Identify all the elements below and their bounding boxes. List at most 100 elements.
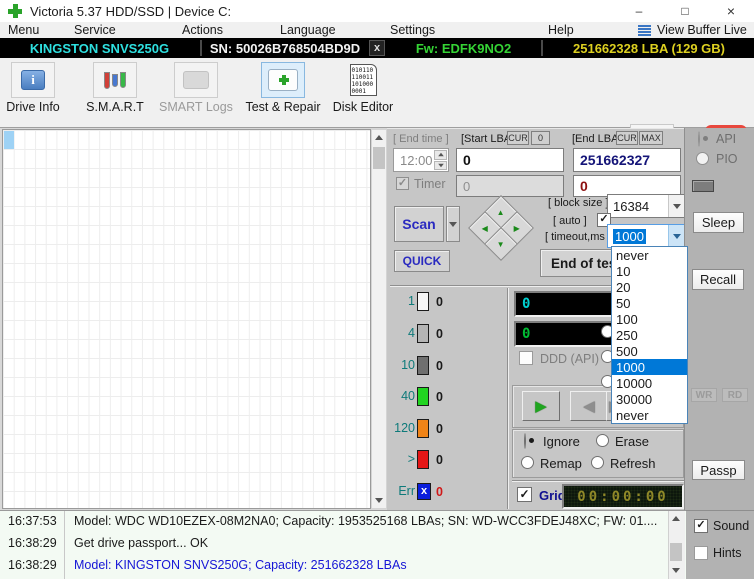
dropdown-option[interactable]: 500 [612, 343, 687, 359]
dropdown-option[interactable]: 100 [612, 311, 687, 327]
menu-item-service[interactable]: Service [74, 23, 116, 37]
combo-arrow-icon[interactable] [668, 225, 685, 247]
victoria-window: Victoria 5.37 HDD/SSD | Device C: – □ × … [0, 0, 754, 579]
ignore-label[interactable]: Ignore [543, 434, 580, 449]
menu-item-settings[interactable]: Settings [390, 23, 435, 37]
menu-item-actions[interactable]: Actions [182, 23, 223, 37]
refresh-radio[interactable] [591, 456, 604, 469]
logs-icon [174, 62, 218, 98]
spinner-buttons[interactable] [434, 150, 447, 170]
stat-count: 0 [436, 422, 443, 436]
erase-label[interactable]: Erase [615, 434, 649, 449]
start-lba-zero-button[interactable]: 0 [531, 131, 550, 145]
close-button-icon[interactable]: × [708, 0, 754, 22]
menu-item-help[interactable]: Help [548, 23, 574, 37]
spin-down-icon[interactable] [434, 161, 447, 171]
smart-button[interactable]: S.M.A.R.T [80, 62, 150, 114]
x-badge[interactable]: x [369, 40, 385, 56]
grid-checkbox[interactable]: ✓ [517, 487, 532, 502]
divider [507, 288, 509, 509]
dropdown-option[interactable]: never [612, 407, 687, 423]
stat-count: 0 [436, 295, 443, 309]
smart-label: S.M.A.R.T [86, 100, 144, 114]
start-lba-cur-button[interactable]: CUR [507, 131, 529, 145]
stat-count: 0 [436, 453, 443, 467]
scroll-down-icon[interactable] [372, 493, 386, 508]
back-icon: ◀ [583, 397, 595, 415]
end-time-label: [ End time ] [393, 133, 449, 145]
dropdown-option[interactable]: 250 [612, 327, 687, 343]
end-lba-max-button[interactable]: MAX [639, 131, 663, 145]
device-firmware: Fw: EDFK9NO2 [387, 38, 540, 58]
grid-timer-display: 00:00:00 [562, 484, 684, 509]
device-capacity: 251662328 LBA (129 GB) [544, 38, 754, 58]
ignore-radio[interactable] [524, 433, 526, 449]
stat-label: 4 [388, 326, 415, 340]
end-time-spinner[interactable]: 12:00 [393, 148, 449, 172]
dropdown-option[interactable]: 20 [612, 279, 687, 295]
stat-count: 0 [436, 390, 443, 404]
block-size-combo[interactable]: 16384 [607, 194, 686, 218]
drive-info-button[interactable]: i Drive Info [4, 62, 62, 114]
maximize-button-icon[interactable]: □ [662, 0, 708, 22]
log-scrollbar[interactable] [668, 511, 685, 579]
scroll-thumb[interactable] [670, 543, 682, 561]
stat-label: > [388, 452, 415, 466]
hints-checkbox[interactable] [694, 546, 708, 560]
remap-radio[interactable] [521, 456, 534, 469]
stat-label: 10 [388, 358, 415, 372]
scroll-thumb[interactable] [373, 147, 385, 169]
spin-up-icon[interactable] [434, 150, 447, 160]
dropdown-option[interactable]: never [612, 247, 687, 263]
stat-label: 120 [388, 421, 415, 435]
toolbar: i Drive Info S.M.A.R.T SMART Logs Test &… [0, 58, 754, 128]
menu-item-language[interactable]: Language [280, 23, 336, 37]
quick-button[interactable]: QUICK [394, 250, 450, 272]
view-buffer-live[interactable]: View Buffer Live [657, 23, 747, 37]
dropdown-option[interactable]: 30000 [612, 391, 687, 407]
api-radio [698, 131, 700, 147]
scroll-up-icon[interactable] [669, 511, 683, 526]
dropdown-option-selected[interactable]: 1000 [612, 359, 687, 375]
scan-button[interactable]: Scan [394, 206, 444, 242]
scroll-up-icon[interactable] [372, 130, 386, 145]
end-lba-cur-button[interactable]: CUR [616, 131, 638, 145]
smart-logs-label: SMART Logs [159, 100, 233, 114]
dropdown-option[interactable]: 10 [612, 263, 687, 279]
combo-arrow-icon[interactable] [668, 195, 685, 217]
stat-count: 0 [436, 327, 443, 341]
menu-item-menu[interactable]: Menu [8, 23, 39, 37]
test-repair-button[interactable]: Test & Repair [240, 62, 326, 114]
stat-count-error: 0 [436, 485, 443, 499]
step-back-button[interactable]: ◀ [570, 391, 608, 421]
log-message: Model: WDC WD10EZEX-08M2NA0; Capacity: 1… [74, 514, 657, 528]
erase-radio[interactable] [596, 434, 609, 447]
scan-map[interactable] [2, 129, 371, 509]
rd-button: RD [722, 388, 748, 402]
dropdown-option[interactable]: 10000 [612, 375, 687, 391]
refresh-label[interactable]: Refresh [610, 456, 656, 471]
dropdown-option[interactable]: 50 [612, 295, 687, 311]
passport-button[interactable]: Passp [692, 460, 745, 480]
log-time: 16:38:29 [8, 536, 57, 550]
minimize-button-icon[interactable]: – [616, 0, 662, 22]
disk-editor-button[interactable]: 010110 110011 101000 0001 Disk Editor [330, 62, 396, 114]
log-message: Get drive passport... OK [74, 536, 208, 550]
pio-label: PIO [716, 152, 738, 166]
scroll-down-icon[interactable] [669, 563, 683, 578]
end-lba-input[interactable]: 251662327 [573, 148, 681, 172]
map-scrollbar[interactable] [371, 129, 387, 509]
up-arrow-icon: ▲ [497, 207, 505, 216]
recall-button[interactable]: Recall [692, 269, 744, 290]
log-time: 16:37:53 [8, 514, 57, 528]
timeout-combo[interactable]: 1000 [607, 224, 686, 248]
sound-checkbox[interactable]: ✓ [694, 519, 708, 533]
remap-label[interactable]: Remap [540, 456, 582, 471]
sleep-button[interactable]: Sleep [693, 212, 744, 233]
timeout-label: [ timeout,ms ] [545, 231, 611, 243]
play-button[interactable]: ▶ [522, 391, 560, 421]
start-lba-input[interactable]: 0 [456, 148, 564, 172]
log-time: 16:38:29 [8, 558, 57, 572]
stat-block-white [417, 292, 429, 311]
scan-dropdown-button[interactable] [446, 206, 460, 242]
